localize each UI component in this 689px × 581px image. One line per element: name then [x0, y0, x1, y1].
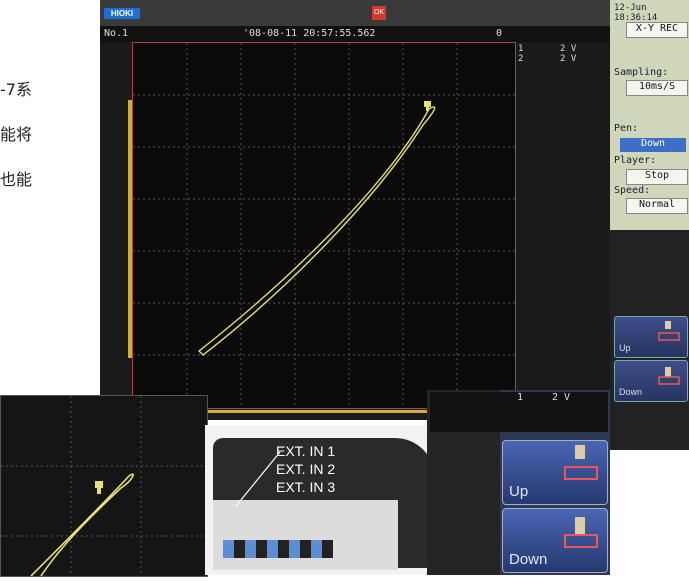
trigger-time: '08-08-11 20:57:55.562: [243, 28, 376, 39]
inset-pen-down-icon: [564, 517, 598, 548]
pen-marker-icon: [424, 101, 431, 111]
player-label: Player:: [614, 155, 657, 166]
pen-label: Pen:: [614, 123, 639, 134]
xy-plot-area: [132, 42, 516, 409]
inset-up-button[interactable]: Up: [502, 440, 608, 505]
left-text-line-1: -7系: [0, 80, 32, 99]
zoom-grid-lines: [1, 396, 207, 576]
datetime-label: 12-Jun 18:36:14: [614, 3, 658, 23]
channel-list: 1 2: [518, 44, 524, 64]
terminal-block-icon: [223, 540, 333, 558]
count-value: 0: [496, 28, 503, 39]
ext-in-2-label: EXT. IN 2: [276, 461, 336, 477]
hioki-logo: HIOKI: [104, 8, 140, 19]
speed-label: Speed:: [614, 185, 651, 196]
inset-down-label: Down: [509, 551, 548, 568]
player-field[interactable]: Stop: [626, 169, 688, 185]
mode-field[interactable]: X-Y REC: [626, 22, 688, 38]
inset-up-label: Up: [509, 483, 529, 500]
pen-down-icon: [658, 367, 680, 385]
ok-indicator: OK: [372, 6, 386, 20]
speed-field[interactable]: Normal: [626, 198, 688, 214]
ext-in-1-label: EXT. IN 1: [276, 443, 336, 459]
zoom-trace: [30, 473, 134, 577]
top-bar: [100, 0, 610, 26]
inset-channel-number: 1: [517, 392, 524, 403]
inset-channel-scale: 2 V: [552, 392, 571, 403]
left-text-line-3: 也能: [0, 170, 33, 189]
inset-down-button[interactable]: Down: [502, 508, 608, 573]
device-terminal-panel: [213, 500, 398, 570]
ext-in-3-label: EXT. IN 3: [276, 479, 336, 495]
sampling-field[interactable]: 10ms/S: [626, 80, 688, 96]
pen-up-label: Up: [619, 343, 631, 353]
zoom-inset-trace: [0, 395, 208, 577]
zoom-pen-icon: [95, 481, 103, 494]
pen-up-button[interactable]: Up: [614, 316, 688, 358]
grid-lines: [133, 43, 515, 408]
pen-down-label: Down: [619, 387, 643, 397]
page-background-right: [610, 450, 689, 575]
sampling-label: Sampling:: [614, 67, 669, 78]
pen-down-button[interactable]: Down: [614, 360, 688, 402]
xy-trace: [197, 106, 436, 356]
pen-field[interactable]: Down: [620, 138, 686, 152]
channel-scale: 2 V 2 V: [560, 44, 577, 64]
zoom-trace-svg: [1, 396, 207, 577]
inset-pen-up-icon: [564, 445, 598, 480]
left-text-line-2: 能将: [0, 125, 33, 144]
channel-number: No.1: [104, 28, 129, 39]
xy-plot-svg: [133, 43, 515, 408]
pen-up-icon: [658, 321, 680, 341]
